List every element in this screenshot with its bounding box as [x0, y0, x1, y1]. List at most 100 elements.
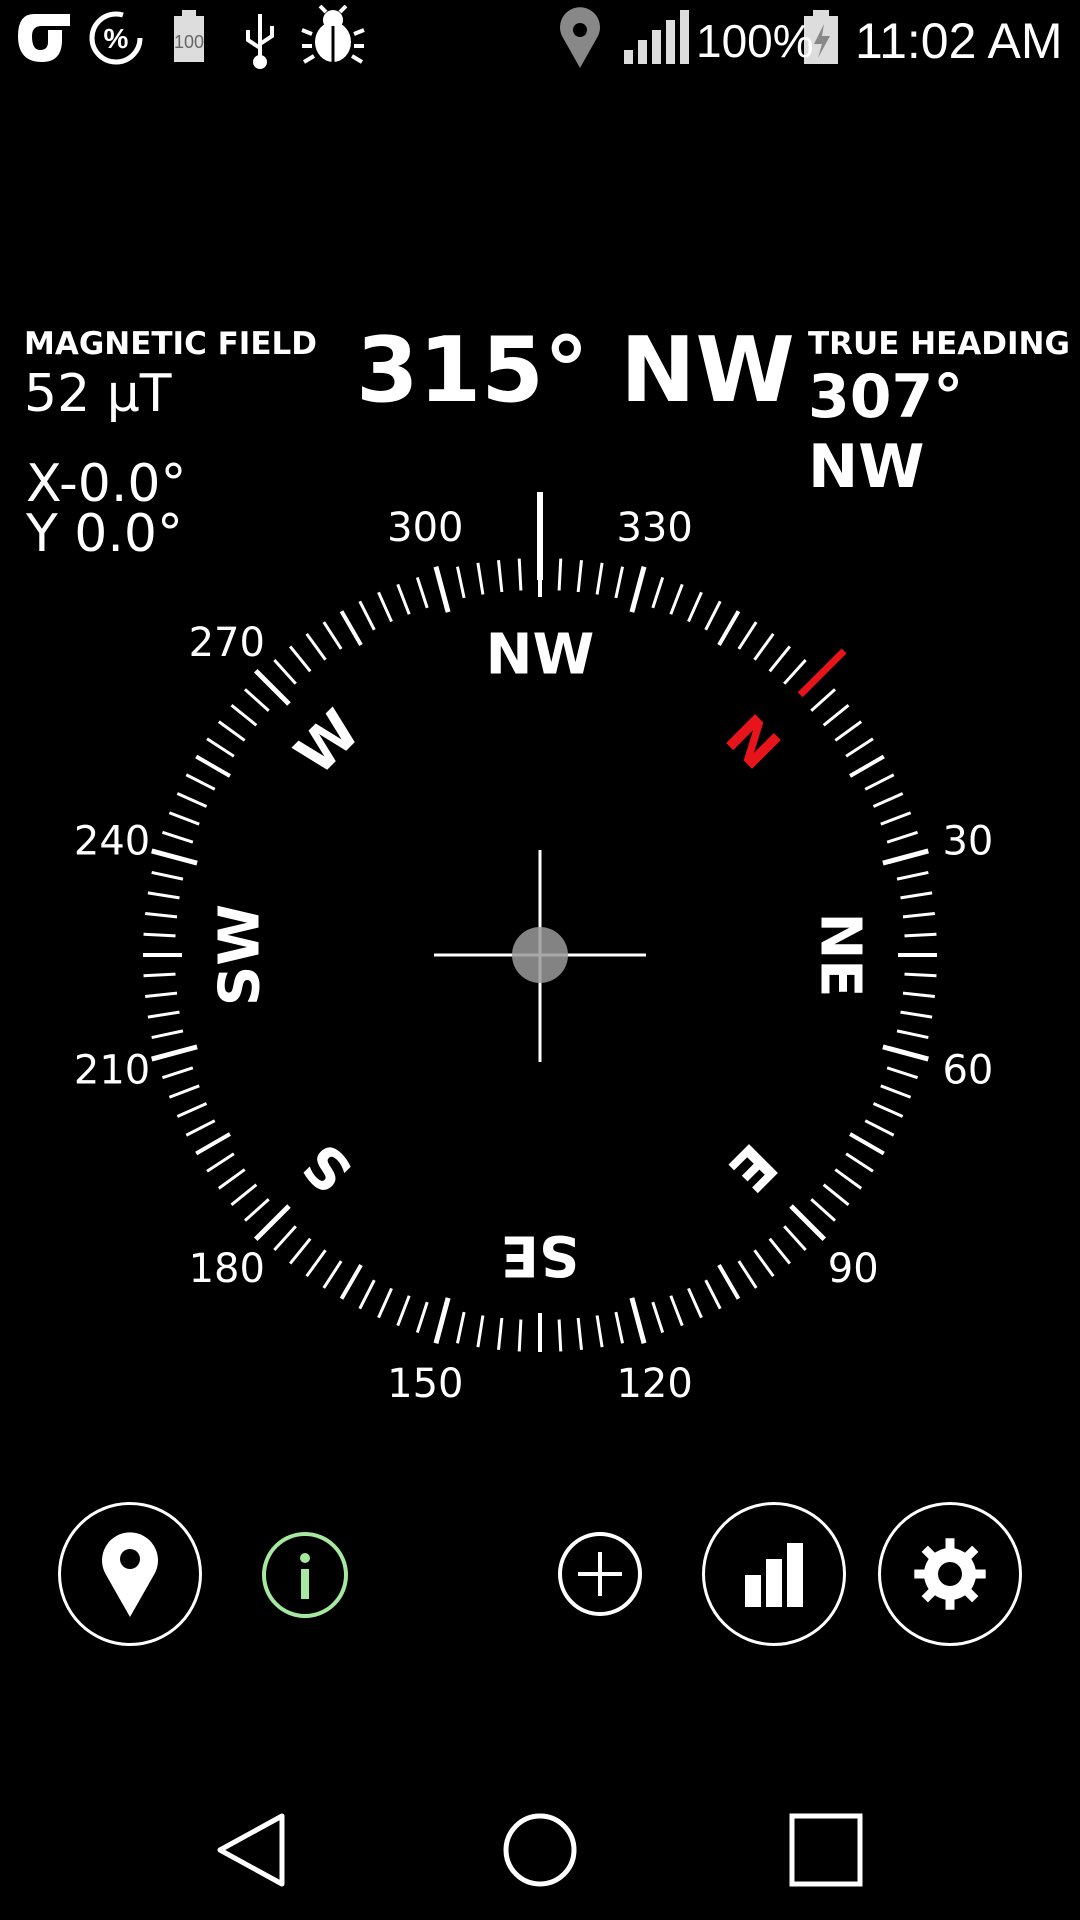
- direction-label-n: N: [713, 703, 792, 782]
- compass-tick: [789, 1204, 827, 1242]
- compass-tick: [576, 1317, 583, 1350]
- add-button[interactable]: [558, 1532, 642, 1616]
- degree-label: 330: [616, 505, 692, 551]
- recents-icon[interactable]: [788, 1812, 864, 1888]
- compass-tick: [902, 912, 935, 919]
- compass-tick: [143, 932, 176, 938]
- degree-label: 60: [942, 1048, 993, 1094]
- compass-tick: [704, 1279, 722, 1310]
- compass-tick: [185, 773, 216, 791]
- compass-tick: [882, 848, 929, 866]
- compass-tick: [185, 1119, 216, 1137]
- compass-tick: [595, 1315, 604, 1348]
- true-heading-value: 307° NW: [808, 362, 964, 502]
- compass-tick: [717, 610, 741, 646]
- info-button[interactable]: [262, 1532, 348, 1618]
- stats-button[interactable]: [702, 1502, 846, 1646]
- degree-label: 30: [942, 818, 993, 864]
- compass-tick: [904, 932, 937, 938]
- home-icon[interactable]: [500, 1810, 580, 1890]
- compass-tick: [497, 560, 504, 593]
- compass-tick: [810, 688, 837, 712]
- percent-circle-icon: %: [89, 11, 143, 65]
- compass-tick: [288, 1237, 312, 1265]
- svg-text:100: 100: [174, 32, 204, 52]
- compass-tick: [822, 703, 850, 727]
- compass-tick: [273, 1225, 297, 1252]
- compass-tick: [902, 991, 935, 998]
- compass-tick: [176, 1102, 208, 1118]
- compass-tick: [322, 621, 343, 650]
- compass-tick: [143, 972, 176, 978]
- compass-tick: [557, 558, 563, 591]
- compass-tick: [415, 576, 429, 609]
- compass-tick: [753, 632, 775, 661]
- compass-tick: [904, 972, 937, 978]
- compass-tick: [253, 668, 291, 706]
- svg-text:%: %: [104, 23, 129, 54]
- compass-tick: [900, 1010, 933, 1019]
- app-logo-icon: [18, 14, 70, 62]
- direction-label-se: SE: [501, 1223, 580, 1288]
- compass-tick: [834, 1168, 863, 1190]
- info-icon: [300, 1553, 310, 1599]
- compass-tick: [783, 1225, 807, 1252]
- compass-tick: [339, 1264, 363, 1300]
- compass-tick: [206, 737, 235, 758]
- compass-direction-labels: NW NE E SE S SW W N: [208, 623, 873, 1288]
- settings-button[interactable]: [878, 1502, 1022, 1646]
- direction-label-sw: SW: [208, 904, 273, 1006]
- compass-tick: [151, 870, 184, 881]
- compass-tick: [880, 1084, 912, 1099]
- compass-tick: [358, 600, 376, 631]
- compass-tick: [783, 658, 807, 685]
- compass-tick: [822, 1183, 850, 1207]
- location-pin-icon: [560, 7, 600, 68]
- degree-label: 270: [189, 620, 265, 666]
- compass-tick: [217, 720, 246, 742]
- compass-tick: [415, 1301, 429, 1334]
- compass-tick: [168, 811, 200, 826]
- compass-tick: [872, 1102, 904, 1118]
- tilt-y: Y 0.0°: [26, 504, 183, 564]
- compass-tick: [243, 1198, 270, 1222]
- compass-tick: [872, 792, 904, 808]
- compass-tick: [151, 848, 198, 866]
- compass-tick: [687, 1287, 703, 1319]
- location-button[interactable]: [58, 1502, 202, 1646]
- compass-tick: [305, 632, 327, 661]
- compass-tick: [753, 1249, 775, 1278]
- compass-tick: [322, 1260, 343, 1289]
- crosshair: [434, 850, 646, 1062]
- compass-tick: [339, 610, 363, 646]
- compass-tick: [849, 754, 885, 778]
- compass-tick: [195, 754, 231, 778]
- heading-readout: 315° NW: [356, 318, 795, 423]
- compass-tick: [687, 591, 703, 623]
- direction-label-w: W: [283, 698, 373, 788]
- compass-tick: [880, 811, 912, 826]
- compass-tick: [161, 830, 194, 844]
- compass-tick: [900, 891, 933, 900]
- compass-tick: [147, 1010, 180, 1019]
- compass-tick: [896, 870, 929, 881]
- degree-label: 180: [189, 1246, 265, 1292]
- compass-tick: [151, 1029, 184, 1040]
- compass-tick: [849, 1132, 885, 1156]
- degree-label: 300: [387, 505, 463, 551]
- compass-tick: [195, 1132, 231, 1156]
- gear-icon: [914, 1538, 986, 1610]
- navigation-bar: [0, 1780, 1080, 1920]
- compass-tick: [305, 1249, 327, 1278]
- compass-tick: [217, 1168, 246, 1190]
- compass-tick: [669, 1295, 684, 1327]
- compass-tick: [614, 1311, 625, 1344]
- degree-label: 150: [387, 1361, 463, 1407]
- compass-tick: [455, 566, 466, 599]
- compass-tick: [497, 1317, 504, 1350]
- compass-tick: [358, 1279, 376, 1310]
- degree-label: 240: [74, 818, 150, 864]
- back-icon[interactable]: [210, 1810, 290, 1890]
- compass-tick: [273, 658, 297, 685]
- compass-tick: [168, 1084, 200, 1099]
